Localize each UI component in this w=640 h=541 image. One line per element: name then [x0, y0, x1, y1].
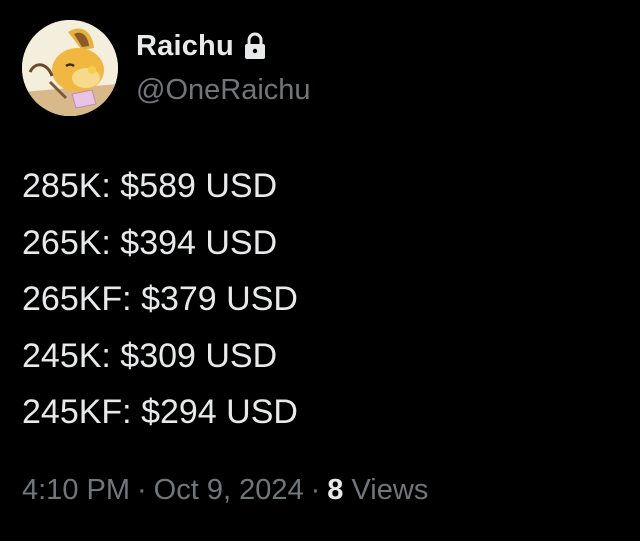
- views-count: 8: [327, 474, 344, 506]
- tweet-meta: 4:10 PM · Oct 9, 2024 · 8 Views: [22, 474, 428, 507]
- tweet-date[interactable]: Oct 9, 2024: [154, 474, 304, 506]
- tweet-header: Raichu @OneRaichu: [22, 20, 622, 116]
- price-line: 245K: $309 USD: [22, 336, 278, 375]
- tweet: Raichu @OneRaichu 285K: $589 USD 265K: $…: [0, 0, 640, 541]
- price-line: 265K: $394 USD: [22, 223, 278, 262]
- views-label: Views: [351, 474, 429, 506]
- display-name-row: Raichu: [136, 26, 311, 66]
- price-line: 265KF: $379 USD: [22, 280, 298, 318]
- meta-separator: ·: [137, 474, 147, 506]
- author-names: Raichu @OneRaichu: [136, 26, 311, 107]
- avatar[interactable]: [22, 20, 118, 116]
- lock-icon: [243, 32, 267, 60]
- tweet-text: 285K: $589 USD 265K: $394 USD 265KF: $37…: [22, 158, 298, 441]
- price-line: 245KF: $294 USD: [22, 393, 298, 431]
- tweet-time[interactable]: 4:10 PM: [22, 474, 130, 506]
- raichu-avatar-icon: [22, 20, 118, 116]
- display-name[interactable]: Raichu: [136, 30, 234, 63]
- price-line: 285K: $589 USD: [22, 167, 278, 205]
- meta-separator: ·: [310, 474, 321, 506]
- user-handle[interactable]: @OneRaichu: [136, 74, 311, 107]
